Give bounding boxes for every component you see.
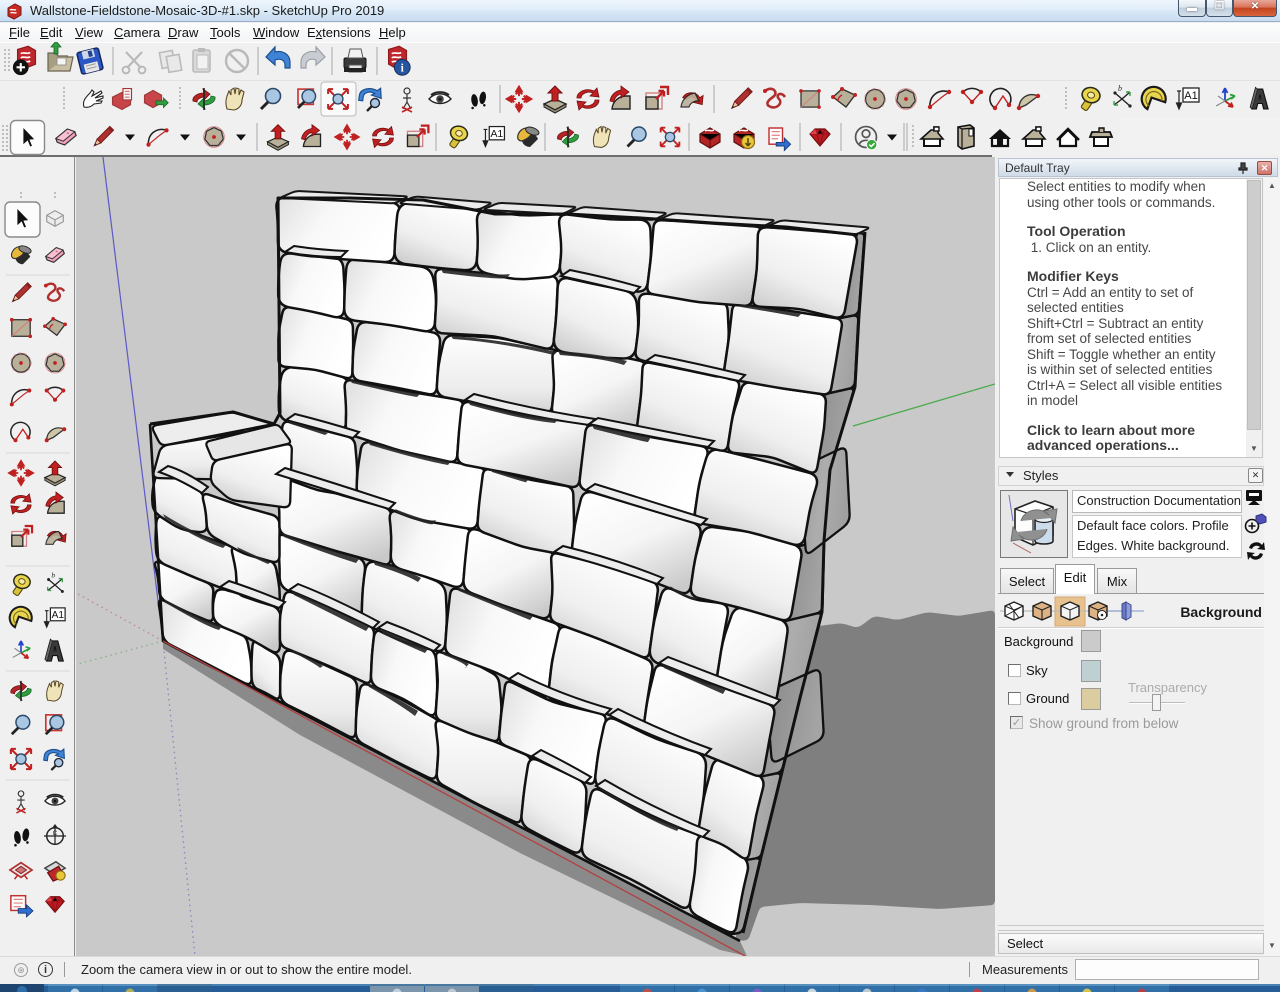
svg-text:b: b (1118, 84, 1122, 93)
svg-text:A1: A1 (52, 610, 65, 621)
svg-text:b: b (51, 571, 55, 580)
svg-text:A1: A1 (490, 129, 503, 140)
svg-text:C: C (53, 830, 58, 837)
svg-text:A1: A1 (1184, 90, 1197, 102)
